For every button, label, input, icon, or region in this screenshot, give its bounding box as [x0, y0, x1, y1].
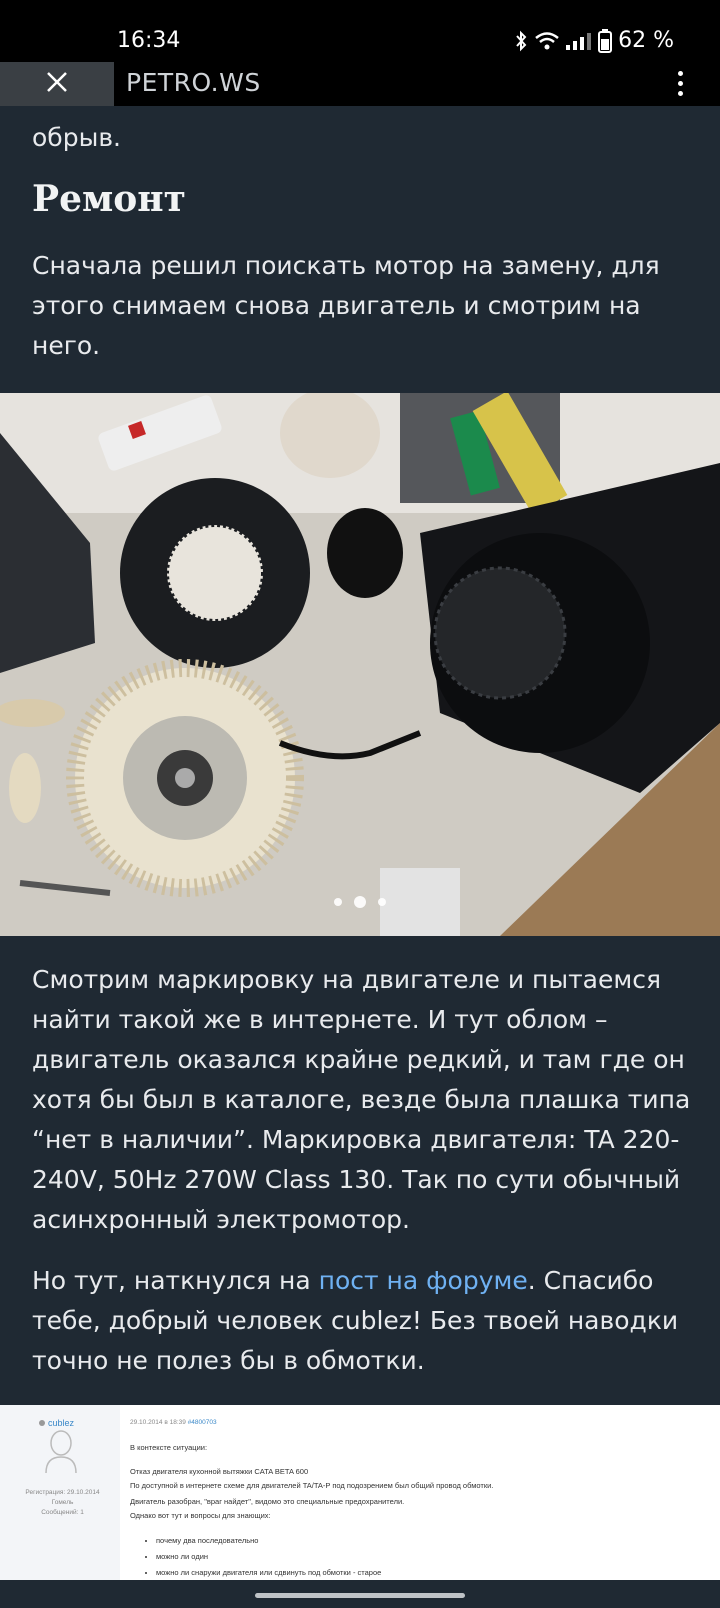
paragraph-1: Сначала решил поискать мотор на замену, …: [32, 251, 660, 360]
forum-line: В контексте ситуации:: [130, 1443, 208, 1452]
section-heading: Ремонт: [32, 178, 186, 220]
paragraph-cut: обрыв.: [32, 123, 122, 152]
carousel-dot-active[interactable]: [354, 896, 366, 908]
forum-post-link[interactable]: пост на форуме: [319, 1266, 528, 1295]
forum-bullet-list: почему два последовательно можно ли один…: [146, 1533, 381, 1580]
signal-icon: [566, 32, 592, 50]
app-bar: PETRO.WS: [0, 62, 720, 106]
site-title: PETRO.WS: [126, 68, 261, 97]
forum-line: Отказ двигателя кухонной вытяжки CATA BE…: [130, 1467, 309, 1476]
close-button[interactable]: [0, 62, 114, 106]
wifi-icon: [534, 31, 560, 51]
carousel-dot[interactable]: [378, 898, 386, 906]
more-vert-icon: [677, 71, 683, 76]
forum-line: По доступной в интернете схеме для двига…: [130, 1481, 494, 1490]
paragraph-3: Но тут, наткнулся на пост на форуме. Спа…: [32, 1261, 692, 1381]
forum-line: Однако вот тут и вопросы для знающих:: [130, 1511, 271, 1520]
forum-user-info: Регистрация: 29.10.2014 Гомель Сообщений…: [10, 1488, 115, 1518]
status-icons: 62 %: [514, 28, 674, 53]
article-photo[interactable]: [0, 393, 720, 936]
navigation-bar: [0, 1580, 720, 1608]
carousel-dot[interactable]: [334, 898, 342, 906]
list-item: можно ли снаружи двигателя или сдвинуть …: [156, 1565, 381, 1580]
forum-screenshot[interactable]: cublez Регистрация: 29.10.2014 Гомель Со…: [0, 1405, 720, 1580]
paragraph-3-text: Но тут, наткнулся на: [32, 1266, 319, 1295]
forum-line: Двигатель разобран, "враг найдет", видом…: [130, 1497, 405, 1506]
forum-post-date: 29.10.2014 в 18:39 #4800703: [130, 1419, 217, 1426]
forum-username: cublez: [39, 1418, 74, 1428]
home-gesture-handle[interactable]: [255, 1593, 465, 1598]
bluetooth-icon: [514, 30, 528, 52]
close-icon: [46, 71, 68, 98]
forum-post-id: #4800703: [187, 1419, 217, 1426]
forum-reg-date: Регистрация: 29.10.2014: [25, 1489, 100, 1496]
paragraph-2: Смотрим маркировку на двигателе и пытаем…: [32, 965, 691, 1234]
list-item: можно ли один: [156, 1549, 381, 1565]
avatar-placeholder-icon: [44, 1429, 78, 1474]
status-time: 16:34: [117, 28, 181, 53]
battery-icon: [598, 28, 613, 53]
battery-percent: 62 %: [618, 28, 674, 53]
list-item: почему два последовательно: [156, 1533, 381, 1549]
forum-city: Гомель: [51, 1499, 74, 1506]
forum-user-panel: cublez Регистрация: 29.10.2014 Гомель Со…: [0, 1405, 120, 1580]
carousel-indicator[interactable]: [0, 896, 720, 908]
forum-post-count: Сообщений: 1: [41, 1509, 84, 1516]
more-menu-button[interactable]: [670, 68, 690, 100]
